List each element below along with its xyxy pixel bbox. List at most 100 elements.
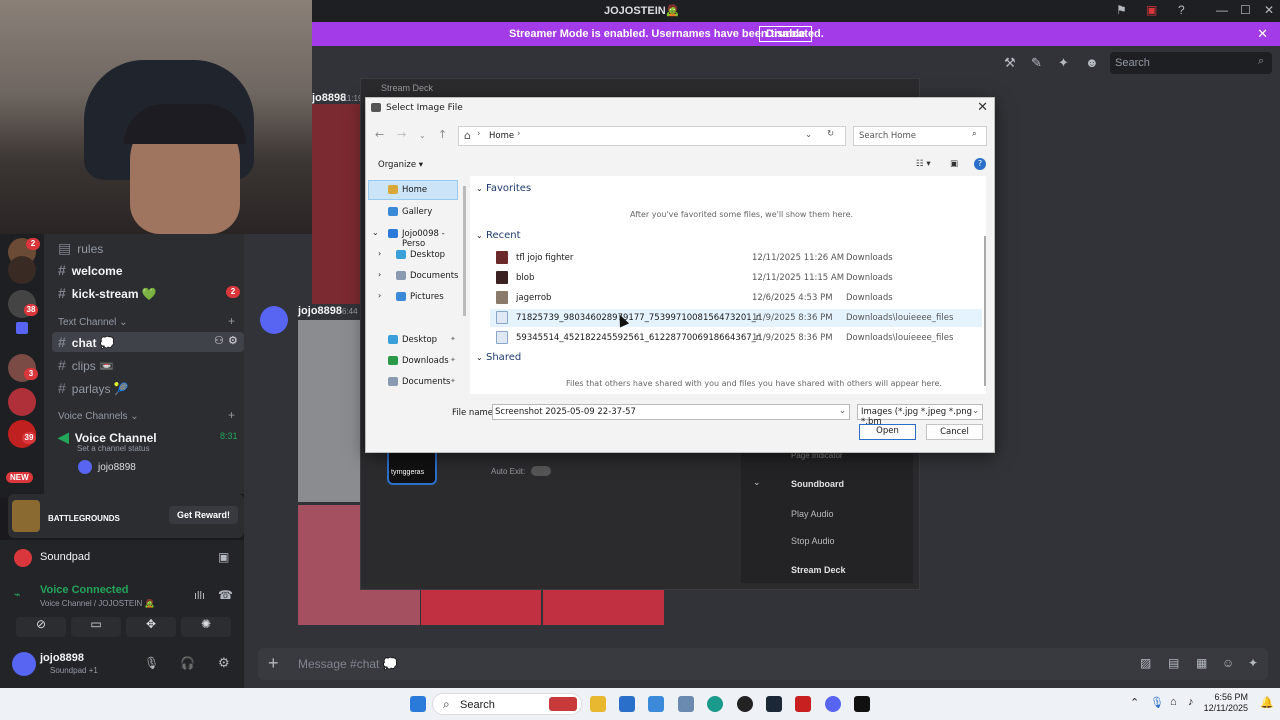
channel-welcome[interactable]: # welcome (58, 262, 123, 278)
recent-header[interactable]: Recent (486, 230, 521, 241)
invite-icon[interactable]: ⚇ (214, 334, 224, 347)
file-row[interactable]: tfl jojo fighter 12/11/2025 11:26 AM Dow… (490, 249, 982, 267)
soundboard-icon[interactable]: ✺ (181, 617, 231, 637)
soundboard-category[interactable]: Soundboard (791, 479, 844, 489)
noise-suppression-icon[interactable]: ıllı (194, 590, 205, 602)
add-channel-icon[interactable]: + (228, 408, 235, 422)
mail-icon[interactable] (648, 696, 664, 712)
refresh-icon[interactable]: ↻ (827, 129, 834, 139)
help-icon[interactable]: ? (974, 158, 986, 170)
address-bar[interactable]: ⌂ › Home › ⌄ ↻ (458, 126, 846, 146)
gift-icon[interactable]: ▨ (1140, 656, 1151, 670)
message-author[interactable]: jojo8898 (298, 305, 342, 317)
chevron-down-icon[interactable]: ⌄ (805, 130, 812, 140)
server-icon[interactable] (16, 322, 28, 334)
avatar[interactable] (78, 460, 92, 474)
shared-header[interactable]: Shared (486, 352, 521, 363)
store-icon[interactable] (619, 696, 635, 712)
nav-scrollbar[interactable] (463, 186, 466, 316)
taskbar-search[interactable]: ⌕ Search (432, 693, 582, 715)
edge-icon[interactable] (707, 696, 723, 712)
stream-deck-key[interactable]: tyrnggeras (387, 449, 437, 485)
nav-desktop[interactable]: Desktop (410, 250, 445, 260)
stream-deck-category[interactable]: Stream Deck (791, 565, 846, 575)
gif-icon[interactable]: ▤ (1168, 656, 1179, 670)
mute-icon[interactable]: ✎ (1031, 55, 1042, 71)
server-icon[interactable] (8, 388, 36, 416)
chevron-down-icon[interactable]: ⌄ (476, 231, 483, 240)
channel-chat[interactable]: # chat 💭 (58, 334, 115, 350)
video-attachment[interactable] (421, 590, 541, 625)
forward-icon[interactable]: → (397, 128, 406, 141)
threads-icon[interactable]: ⚒ (1004, 55, 1016, 71)
back-icon[interactable]: ← (375, 128, 384, 141)
start-icon[interactable] (410, 696, 426, 712)
file-row[interactable]: jagerrob 12/6/2025 4:53 PM Downloads (490, 289, 982, 307)
maximize-icon[interactable]: ☐ (1240, 3, 1251, 17)
emoji-icon[interactable]: ☺ (1222, 656, 1234, 670)
close-icon[interactable]: ✕ (977, 100, 988, 115)
favorites-header[interactable]: Favorites (486, 183, 531, 194)
network-icon[interactable]: ⌂ (1170, 696, 1177, 708)
view-options-icon[interactable]: ☷ ▾ (916, 159, 931, 169)
nav-pictures[interactable]: Pictures (410, 292, 444, 302)
help-icon[interactable]: ? (1178, 3, 1185, 17)
chevron-down-icon[interactable]: ⌄ (372, 228, 379, 237)
microphone-icon[interactable]: 🎙 (1150, 696, 1164, 709)
volume-icon[interactable]: ♪ (1188, 696, 1194, 708)
breadcrumb[interactable]: Home (489, 131, 514, 141)
members-icon[interactable]: ☻ (1085, 55, 1099, 70)
activities-icon[interactable]: ✥ (126, 617, 176, 637)
message-author[interactable]: jo8898 (312, 92, 346, 104)
nav-documents[interactable]: Documents (410, 271, 458, 281)
voice-channel-category[interactable]: Voice Channels ⌄ (58, 411, 139, 422)
microphone-icon[interactable]: 🎙 (144, 656, 159, 670)
attach-plus-icon[interactable]: + (268, 653, 279, 674)
channel-status-prompt[interactable]: Set a channel status (77, 444, 150, 453)
gear-icon[interactable]: ⚙ (228, 334, 238, 347)
file-row[interactable]: blob 12/11/2025 11:15 AM Downloads (490, 269, 982, 287)
search-input[interactable]: Search Home ⌕ (853, 126, 987, 146)
inbox-alert-icon[interactable]: ▣ (1146, 3, 1157, 17)
activity-icon[interactable]: ▣ (218, 550, 229, 564)
channel-clips[interactable]: # clips 📼 (58, 357, 114, 373)
video-attachment[interactable] (312, 104, 360, 304)
channel-rules[interactable]: ▤ rules (58, 240, 103, 257)
organize-menu[interactable]: Organize ▾ (378, 160, 423, 170)
chevron-down-icon[interactable]: ⌄ (753, 477, 761, 488)
notifications-icon[interactable]: 🔔 (1260, 696, 1274, 709)
minimize-icon[interactable]: — (1216, 3, 1228, 17)
clock[interactable]: 6:56 PM 12/11/2025 (1204, 692, 1248, 714)
channel-kick-stream[interactable]: # kick-stream 💚 (58, 285, 157, 301)
discord-icon[interactable] (825, 696, 841, 712)
chevron-down-icon[interactable]: ⌄ (476, 184, 483, 193)
chevron-right-icon[interactable]: › (378, 291, 381, 300)
content-scrollbar[interactable] (984, 236, 986, 386)
file-name-input[interactable]: Screenshot 2025-05-09 22-37-57 ⌄ (492, 404, 850, 420)
voice-connected-label[interactable]: Voice Connected (40, 584, 128, 596)
auto-exit-toggle[interactable] (531, 466, 551, 476)
nav-downloads[interactable]: Downloads (402, 356, 449, 366)
chevron-down-icon[interactable]: ⌄ (839, 406, 846, 416)
voice-user-name[interactable]: jojo8898 (98, 462, 136, 473)
inbox-icon[interactable]: ⚑ (1116, 3, 1127, 17)
stream-deck-icon[interactable] (854, 696, 870, 712)
text-channel-category[interactable]: Text Channel ⌄ (58, 317, 128, 328)
nav-documents-pinned[interactable]: Documents (402, 377, 450, 387)
chevron-up-icon[interactable]: ⌃ (1130, 696, 1139, 709)
game-promo-card[interactable]: BATTLEGROUNDS Get Reward! (8, 494, 244, 538)
preview-pane-icon[interactable]: ▣ (950, 159, 958, 169)
user-settings-icon[interactable]: ⚙ (218, 655, 230, 671)
avatar[interactable] (12, 652, 36, 676)
message-input[interactable]: Message #chat 💭 (298, 657, 398, 671)
voice-location[interactable]: Voice Channel / JOJOSTEIN 🧟 (40, 599, 154, 608)
nav-home[interactable]: Home (402, 185, 427, 195)
add-channel-icon[interactable]: + (228, 314, 235, 328)
apps-icon[interactable]: ✦ (1248, 656, 1258, 670)
soundpad-label[interactable]: Soundpad (40, 551, 90, 563)
open-button[interactable]: Open (859, 424, 916, 440)
video-attachment[interactable] (543, 590, 664, 625)
steam-icon[interactable] (766, 696, 782, 712)
chevron-down-icon[interactable]: ⌄ (476, 353, 483, 362)
file-explorer-icon[interactable] (590, 696, 606, 712)
